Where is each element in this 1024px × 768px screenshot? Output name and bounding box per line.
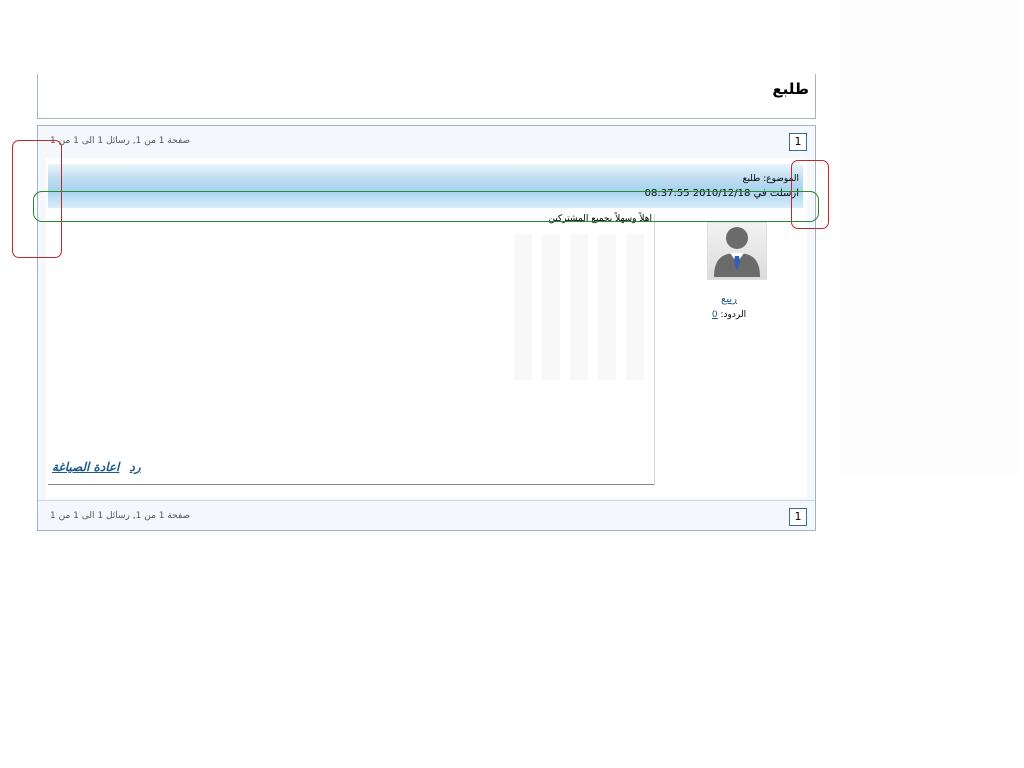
post-date: ارسلت في 2010/12/18 08:37:55 <box>645 188 799 199</box>
pagination-info: صفحة 1 من 1, رسائل 1 الى 1 من 1 <box>50 136 191 146</box>
post-actions: رد اعادة الصياغة <box>52 460 147 474</box>
topic-label: الموضوع: <box>763 174 799 184</box>
user-avatar-icon[interactable] <box>707 222 767 280</box>
topic-title-box: طلبع <box>37 74 816 119</box>
pagination-info: صفحة 1 من 1, رسائل 1 الى 1 من 1 <box>50 511 191 521</box>
replies-label: الردود: <box>720 310 747 320</box>
author-replies: الردود: 0 <box>659 310 799 320</box>
background-panel <box>840 0 1020 475</box>
reply-link[interactable]: رد <box>130 460 141 474</box>
content-divider <box>48 484 654 485</box>
post-header: الموضوع: طلبع ارسلت في 2010/12/18 08:37:… <box>48 164 803 208</box>
pagination-top: 1 صفحة 1 من 1, رسائل 1 الى 1 من 1 <box>38 126 815 158</box>
page: طلبع 1 صفحة 1 من 1, رسائل 1 الى 1 من 1 ا… <box>0 0 1024 768</box>
author-name-link[interactable]: ربيع <box>659 294 799 305</box>
date-value: 2010/12/18 08:37:55 <box>644 188 751 199</box>
post-body-text: اهلاً وسهلاً بجميع المشتركين <box>548 214 652 224</box>
page-number-button[interactable]: 1 <box>789 508 807 526</box>
post-topic: الموضوع: طلبع <box>743 174 799 184</box>
date-prefix: ارسلت في <box>753 188 799 199</box>
post-author: ربيع الردود: 0 <box>659 218 799 328</box>
replies-count-link[interactable]: 0 <box>712 310 718 320</box>
faded-image <box>514 234 654 380</box>
post: الموضوع: طلبع ارسلت في 2010/12/18 08:37:… <box>46 158 807 498</box>
topic-value: طلبع <box>742 174 761 184</box>
post-content: اهلاً وسهلاً بجميع المشتركين رد اعادة ال… <box>48 214 655 486</box>
pagination-bottom: 1 صفحة 1 من 1, رسائل 1 الى 1 من 1 <box>38 500 815 533</box>
page-title: طلبع <box>772 80 809 98</box>
page-number-button[interactable]: 1 <box>789 133 807 151</box>
forum-post-panel: 1 صفحة 1 من 1, رسائل 1 الى 1 من 1 الموضو… <box>37 125 816 531</box>
quote-link[interactable]: اعادة الصياغة <box>52 460 119 474</box>
